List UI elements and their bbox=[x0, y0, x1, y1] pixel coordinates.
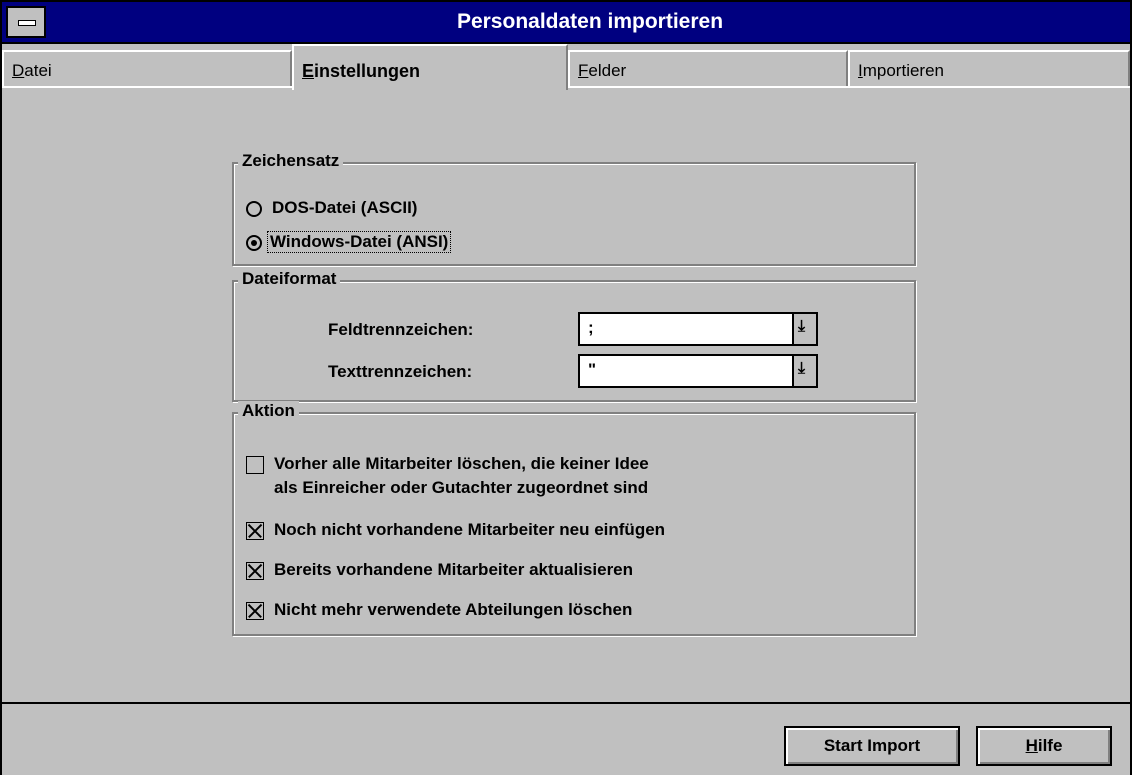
checkbox-vorher-loeschen-box[interactable] bbox=[246, 456, 264, 474]
radio-windows-button[interactable] bbox=[246, 235, 262, 251]
radio-dos-button[interactable] bbox=[246, 201, 262, 217]
import-dialog-window: Personaldaten importieren Datei Einstell… bbox=[0, 0, 1132, 775]
feldtrenn-combo[interactable]: ; ⤓ bbox=[578, 312, 818, 346]
zeichensatz-group: Zeichensatz DOS-Datei (ASCII) Windows-Da… bbox=[232, 151, 916, 266]
aktion-title: Aktion bbox=[238, 401, 299, 421]
checkbox-abteilungen-loeschen-box[interactable] bbox=[246, 602, 264, 620]
texttrenn-combo[interactable]: " ⤓ bbox=[578, 354, 818, 388]
dateiformat-group: Dateiformat Feldtrennzeichen: ; ⤓ Texttr… bbox=[232, 269, 916, 402]
tab-importieren[interactable]: Importieren bbox=[848, 50, 1130, 86]
title-bar[interactable]: Personaldaten importieren bbox=[2, 2, 1130, 44]
feldtrenn-label: Feldtrennzeichen: bbox=[328, 320, 474, 339]
tab-strip: Datei Einstellungen Felder Importieren bbox=[2, 44, 1130, 90]
hilfe-button[interactable]: Hilfe bbox=[976, 726, 1112, 766]
start-import-button[interactable]: Start Import bbox=[784, 726, 960, 766]
tab-datei[interactable]: Datei bbox=[2, 50, 292, 86]
dateiformat-title: Dateiformat bbox=[238, 269, 341, 289]
feldtrenn-value: ; bbox=[588, 318, 594, 337]
checkbox-neu-einfuegen-box[interactable] bbox=[246, 522, 264, 540]
texttrenn-dropdown-button[interactable]: ⤓ bbox=[792, 356, 816, 386]
window-title: Personaldaten importieren bbox=[456, 10, 724, 33]
feldtrenn-dropdown-button[interactable]: ⤓ bbox=[792, 314, 816, 344]
settings-panel: Zeichensatz DOS-Datei (ASCII) Windows-Da… bbox=[2, 88, 1130, 702]
tab-felder[interactable]: Felder bbox=[568, 50, 848, 86]
aktion-group: Aktion Vorher alle Mitarbeiter löschen, … bbox=[232, 401, 916, 636]
texttrenn-value: " bbox=[588, 360, 597, 379]
dropdown-arrow-icon: ⤓ bbox=[798, 318, 806, 335]
tab-einstellungen[interactable]: Einstellungen bbox=[292, 44, 568, 90]
zeichensatz-title: Zeichensatz bbox=[238, 151, 344, 171]
texttrenn-label: Texttrennzeichen: bbox=[328, 362, 473, 381]
checkbox-aktualisieren-box[interactable] bbox=[246, 562, 264, 580]
button-bar: Start Import Hilfe bbox=[2, 702, 1130, 775]
dropdown-arrow-icon: ⤓ bbox=[798, 360, 806, 377]
